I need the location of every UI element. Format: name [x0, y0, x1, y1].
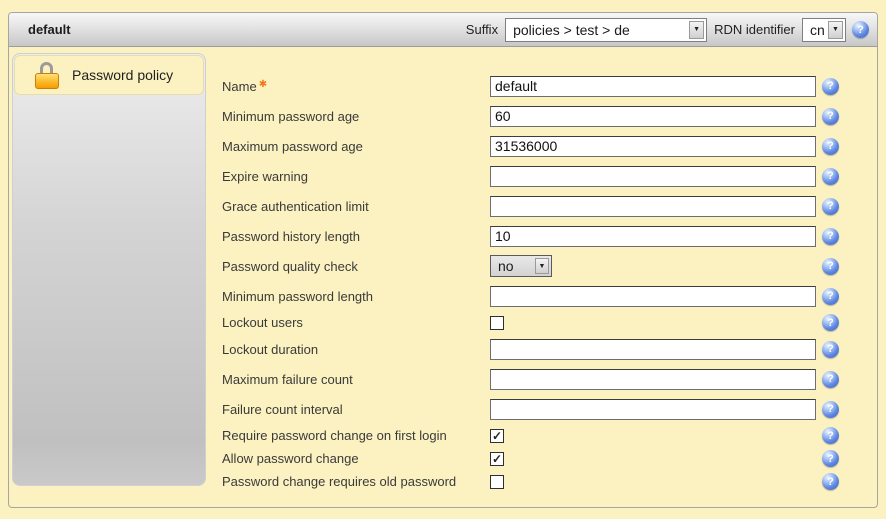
- form-row: Lockout users ?: [222, 311, 877, 334]
- sidebar: Password policy: [12, 53, 206, 486]
- field-control: [490, 196, 822, 217]
- password-policy-window: default Suffix policies > test > de ▼ RD…: [8, 12, 878, 508]
- text-field[interactable]: [490, 76, 816, 97]
- form-row: Password change requires old password ?: [222, 470, 877, 493]
- field-control: [490, 475, 822, 489]
- chevron-down-icon[interactable]: ▼: [689, 21, 704, 39]
- form-row: Failure count interval ?: [222, 394, 877, 424]
- help-icon[interactable]: ?: [822, 198, 839, 215]
- field-control: [490, 226, 822, 247]
- rdn-select-value: cn: [803, 22, 828, 38]
- help-icon[interactable]: ?: [822, 427, 839, 444]
- checkbox[interactable]: ✓: [490, 452, 504, 466]
- text-field[interactable]: [490, 196, 816, 217]
- chevron-down-icon[interactable]: ▼: [535, 258, 549, 274]
- help-icon[interactable]: ?: [822, 473, 839, 490]
- suffix-select-value: policies > test > de: [506, 22, 689, 38]
- field-control: [490, 399, 822, 420]
- field-control: [490, 369, 822, 390]
- field-control: ✓: [490, 452, 822, 466]
- field-label: Lockout users: [222, 315, 490, 330]
- form-row: Maximum failure count ?: [222, 364, 877, 394]
- form-row: Allow password change ✓ ?: [222, 447, 877, 470]
- tab-password-policy[interactable]: Password policy: [14, 55, 204, 95]
- form-row: Lockout duration ?: [222, 334, 877, 364]
- field-control: no▼: [490, 255, 822, 277]
- field-label: Name✱: [222, 79, 490, 94]
- required-icon: ✱: [259, 79, 267, 90]
- field-label: Expire warning: [222, 169, 490, 184]
- text-field[interactable]: [490, 339, 816, 360]
- field-label: Minimum password age: [222, 109, 490, 124]
- field-label: Maximum password age: [222, 139, 490, 154]
- field-control: [490, 136, 822, 157]
- text-field[interactable]: [490, 286, 816, 307]
- form: Name✱ ? Minimum password age ? Maximum p…: [222, 71, 877, 493]
- help-icon[interactable]: ?: [822, 288, 839, 305]
- form-row: Expire warning ?: [222, 161, 877, 191]
- field-label: Minimum password length: [222, 289, 490, 304]
- field-control: [490, 286, 822, 307]
- form-row: Grace authentication limit ?: [222, 191, 877, 221]
- help-icon[interactable]: ?: [822, 314, 839, 331]
- page-title: default: [28, 22, 71, 37]
- rdn-identifier-label: RDN identifier: [714, 22, 795, 37]
- text-field[interactable]: [490, 226, 816, 247]
- lock-icon: [35, 62, 59, 89]
- field-control: [490, 166, 822, 187]
- text-field[interactable]: [490, 106, 816, 127]
- form-row: Password quality check no▼ ?: [222, 251, 877, 281]
- form-row: Name✱ ?: [222, 71, 877, 101]
- form-row: Password history length ?: [222, 221, 877, 251]
- form-row: Minimum password age ?: [222, 101, 877, 131]
- field-control: [490, 76, 822, 97]
- help-icon[interactable]: ?: [822, 341, 839, 358]
- content-area: Password policy Name✱ ? Minimum password…: [9, 47, 877, 493]
- checkbox[interactable]: [490, 316, 504, 330]
- tab-label: Password policy: [72, 67, 173, 83]
- field-control: [490, 316, 822, 330]
- field-label: Password change requires old password: [222, 474, 490, 489]
- suffix-label: Suffix: [466, 22, 498, 37]
- help-icon[interactable]: ?: [822, 401, 839, 418]
- text-field[interactable]: [490, 399, 816, 420]
- rdn-identifier-select[interactable]: cn ▼: [802, 18, 846, 42]
- help-icon[interactable]: ?: [822, 450, 839, 467]
- checkbox[interactable]: [490, 475, 504, 489]
- field-label: Password quality check: [222, 259, 490, 274]
- help-icon[interactable]: ?: [822, 371, 839, 388]
- help-icon[interactable]: ?: [822, 78, 839, 95]
- form-row: Minimum password length ?: [222, 281, 877, 311]
- suffix-select[interactable]: policies > test > de ▼: [505, 18, 707, 42]
- form-row: Maximum password age ?: [222, 131, 877, 161]
- field-control: [490, 106, 822, 127]
- help-icon[interactable]: ?: [822, 228, 839, 245]
- help-icon[interactable]: ?: [822, 168, 839, 185]
- field-label: Grace authentication limit: [222, 199, 490, 214]
- field-label: Failure count interval: [222, 402, 490, 417]
- select-field[interactable]: no▼: [490, 255, 552, 277]
- help-icon[interactable]: ?: [822, 258, 839, 275]
- field-label: Maximum failure count: [222, 372, 490, 387]
- field-label: Lockout duration: [222, 342, 490, 357]
- help-icon[interactable]: ?: [822, 108, 839, 125]
- checkbox[interactable]: ✓: [490, 429, 504, 443]
- select-value: no: [491, 258, 535, 274]
- text-field[interactable]: [490, 166, 816, 187]
- form-row: Require password change on first login ✓…: [222, 424, 877, 447]
- field-label: Allow password change: [222, 451, 490, 466]
- chevron-down-icon[interactable]: ▼: [828, 21, 843, 39]
- title-bar: default Suffix policies > test > de ▼ RD…: [9, 13, 877, 47]
- text-field[interactable]: [490, 136, 816, 157]
- field-label: Require password change on first login: [222, 428, 490, 443]
- text-field[interactable]: [490, 369, 816, 390]
- field-control: [490, 339, 822, 360]
- field-control: ✓: [490, 429, 822, 443]
- help-icon[interactable]: ?: [822, 138, 839, 155]
- field-label: Password history length: [222, 229, 490, 244]
- help-icon[interactable]: ?: [852, 21, 869, 38]
